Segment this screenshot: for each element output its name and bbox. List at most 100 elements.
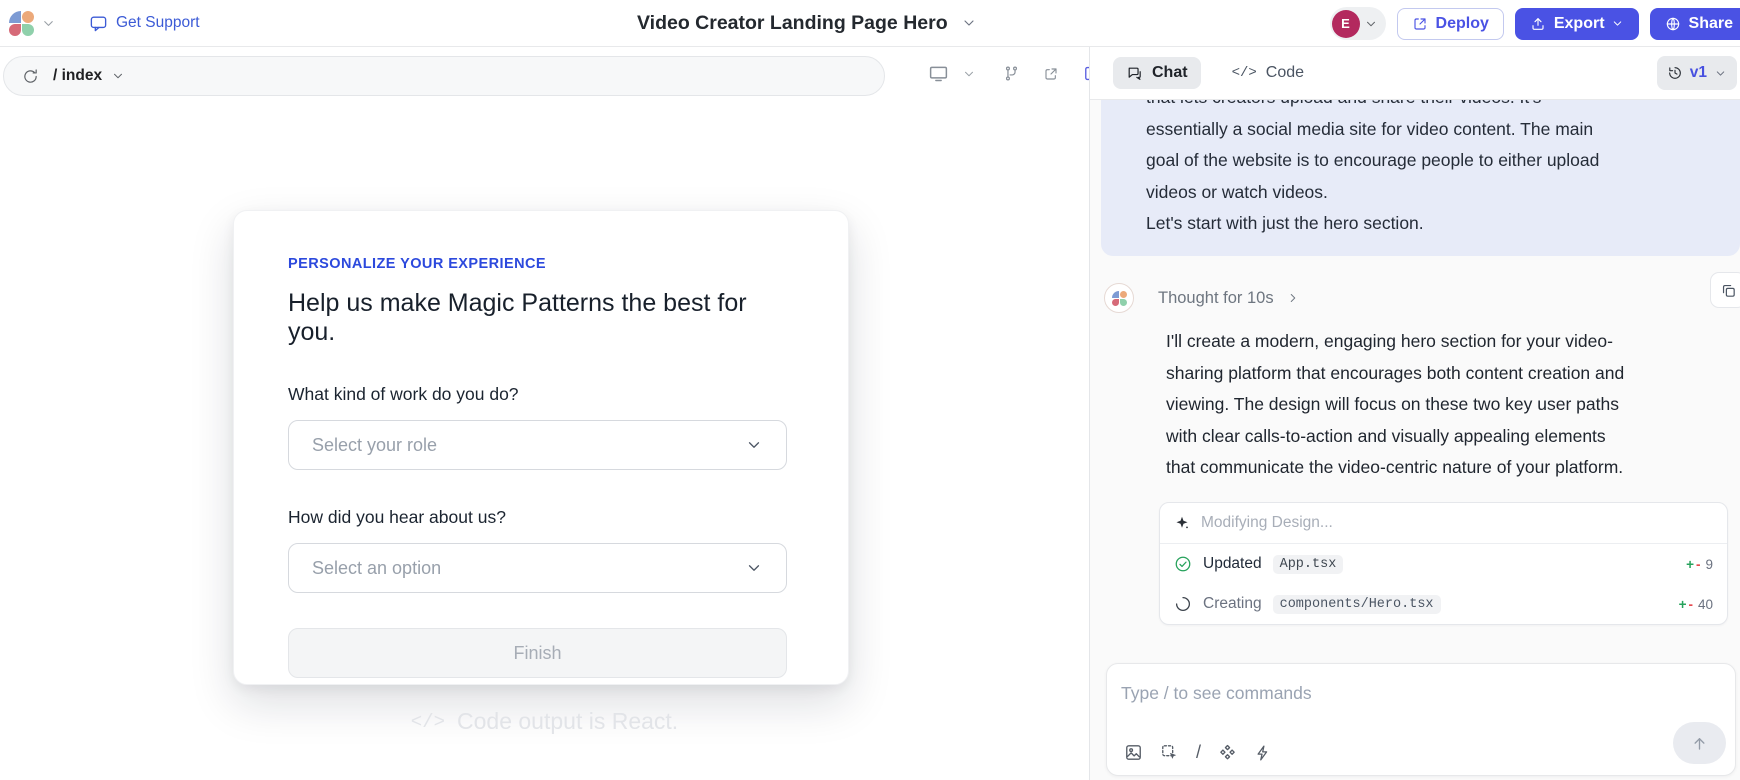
chat-input-actions: / (1124, 742, 1272, 763)
modal-heading: Help us make Magic Patterns the best for… (288, 289, 794, 347)
preview-canvas: PERSONALIZE YOUR EXPERIENCE Help us make… (0, 100, 1089, 780)
check-circle-icon (1174, 555, 1192, 573)
slash-command-icon[interactable]: / (1196, 742, 1201, 763)
url-bar[interactable]: / index (3, 56, 885, 96)
build-progress-card: Modifying Design... Updated App.tsx + - … (1159, 502, 1728, 625)
file-change-row[interactable]: Creating components/Hero.tsx + - 40 (1160, 584, 1727, 624)
sparkle-icon (1174, 515, 1190, 531)
user-message-line: goal of the website is to encourage peop… (1146, 145, 1702, 177)
chat-panel: Chat </> Code v1 that lets creators uplo… (1090, 47, 1740, 780)
share-label: Share (1689, 15, 1733, 33)
magic-patterns-app: Get Support Video Creator Landing Page H… (0, 0, 1740, 780)
file-chip: App.tsx (1273, 555, 1344, 574)
diff-minus: - (1696, 557, 1701, 572)
chat-toolbar: Chat </> Code v1 (1090, 47, 1740, 100)
hear-about-select[interactable]: Select an option (288, 543, 787, 593)
build-status-row: Modifying Design... (1160, 503, 1727, 544)
select-element-icon[interactable] (1160, 743, 1179, 762)
deploy-button[interactable]: Deploy (1397, 8, 1504, 40)
refresh-icon[interactable] (22, 68, 39, 85)
tab-chat-label: Chat (1152, 64, 1188, 82)
assistant-message: I'll create a modern, engaging hero sect… (1166, 326, 1624, 484)
component-tree-icon[interactable] (1003, 47, 1020, 100)
history-icon (1667, 65, 1683, 81)
deploy-label: Deploy (1436, 15, 1489, 33)
thought-row[interactable]: Thought for 10s (1104, 283, 1300, 313)
export-button[interactable]: Export (1515, 8, 1639, 40)
diff-count: 40 (1698, 597, 1713, 612)
tab-code[interactable]: </> Code (1232, 64, 1304, 82)
project-title: Video Creator Landing Page Hero (637, 12, 948, 35)
file-change-verb: Updated (1203, 555, 1262, 573)
route-path: / index (53, 67, 102, 85)
code-brackets-icon: </> (1232, 65, 1257, 81)
route-chevron-down-icon[interactable] (111, 69, 125, 83)
assistant-message-line: I'll create a modern, engaging hero sect… (1166, 326, 1624, 358)
build-status-text: Modifying Design... (1201, 514, 1333, 532)
arrow-up-icon (1690, 734, 1709, 753)
tab-code-label: Code (1266, 64, 1304, 82)
assistant-message-line: with clear calls-to-action and visually … (1166, 421, 1624, 453)
role-select-placeholder: Select your role (312, 435, 437, 456)
magic-patterns-logo[interactable] (9, 11, 34, 36)
diff-minus: - (1688, 597, 1693, 612)
support-chat-bubble-icon (89, 14, 108, 33)
chat-scroll-area[interactable]: that lets creators upload and share thei… (1090, 100, 1740, 780)
user-message-line: essentially a social media site for vide… (1146, 114, 1702, 146)
top-header: Get Support Video Creator Landing Page H… (0, 0, 1740, 47)
attach-image-icon[interactable] (1124, 743, 1143, 762)
upload-icon (1530, 16, 1546, 32)
spinner-icon (1174, 595, 1192, 613)
export-label: Export (1554, 15, 1605, 33)
diff-plus: + (1686, 557, 1694, 572)
diff-plus: + (1679, 597, 1687, 612)
copy-icon (1720, 282, 1737, 299)
get-support-link[interactable]: Get Support (89, 14, 200, 33)
components-icon[interactable] (1218, 743, 1237, 762)
hear-about-select-placeholder: Select an option (312, 558, 441, 579)
version-selector[interactable]: v1 (1657, 56, 1737, 90)
diff-stats: + - 9 (1686, 557, 1713, 572)
tab-chat[interactable]: Chat (1113, 57, 1201, 89)
modal-eyebrow: PERSONALIZE YOUR EXPERIENCE (288, 256, 794, 272)
role-select-chevron-down-icon (745, 436, 763, 454)
user-message-line: that lets creators upload and share thei… (1146, 100, 1702, 114)
globe-icon (1665, 16, 1681, 32)
file-change-verb: Creating (1203, 595, 1262, 613)
copy-message-button[interactable] (1710, 272, 1740, 308)
device-desktop-icon[interactable] (928, 47, 949, 100)
user-message: that lets creators upload and share thei… (1101, 100, 1740, 256)
workspace-chevron-down-icon[interactable] (41, 16, 56, 31)
lightning-icon[interactable] (1254, 744, 1272, 762)
version-label: v1 (1690, 64, 1707, 82)
assistant-message-line: sharing platform that encourages both co… (1166, 358, 1624, 390)
finish-button[interactable]: Finish (288, 628, 787, 678)
open-in-new-window-icon[interactable] (1043, 47, 1059, 100)
thought-label: Thought for 10s (1158, 289, 1274, 308)
role-select[interactable]: Select your role (288, 420, 787, 470)
question-hear-label: How did you hear about us? (288, 507, 794, 528)
chat-input-box: / (1106, 663, 1736, 776)
file-change-row[interactable]: Updated App.tsx + - 9 (1160, 544, 1727, 584)
assistant-message-line: viewing. The design will focus on these … (1166, 389, 1624, 421)
code-output-note: </> Code output is React. (0, 708, 1089, 735)
account-menu[interactable]: E (1330, 7, 1386, 40)
share-button[interactable]: Share (1650, 8, 1740, 40)
user-message-line: videos or watch videos. (1146, 177, 1702, 209)
avatar: E (1332, 10, 1360, 38)
magic-patterns-logo-small (1112, 291, 1127, 306)
version-chevron-down-icon (1714, 67, 1727, 80)
assistant-avatar (1104, 283, 1134, 313)
title-chevron-down-icon[interactable] (961, 15, 977, 31)
device-chevron-down-icon[interactable] (962, 47, 976, 100)
personalize-modal: PERSONALIZE YOUR EXPERIENCE Help us make… (233, 210, 849, 685)
assistant-message-line: that communicate the video-centric natur… (1166, 452, 1624, 484)
chat-input[interactable] (1121, 676, 1581, 710)
file-chip: components/Hero.tsx (1273, 595, 1441, 614)
send-button[interactable] (1673, 722, 1726, 764)
thought-chevron-right-icon (1286, 291, 1300, 305)
get-support-label: Get Support (116, 14, 200, 32)
external-link-icon (1412, 16, 1428, 32)
question-work-label: What kind of work do you do? (288, 384, 794, 405)
account-chevron-down-icon (1364, 17, 1378, 31)
